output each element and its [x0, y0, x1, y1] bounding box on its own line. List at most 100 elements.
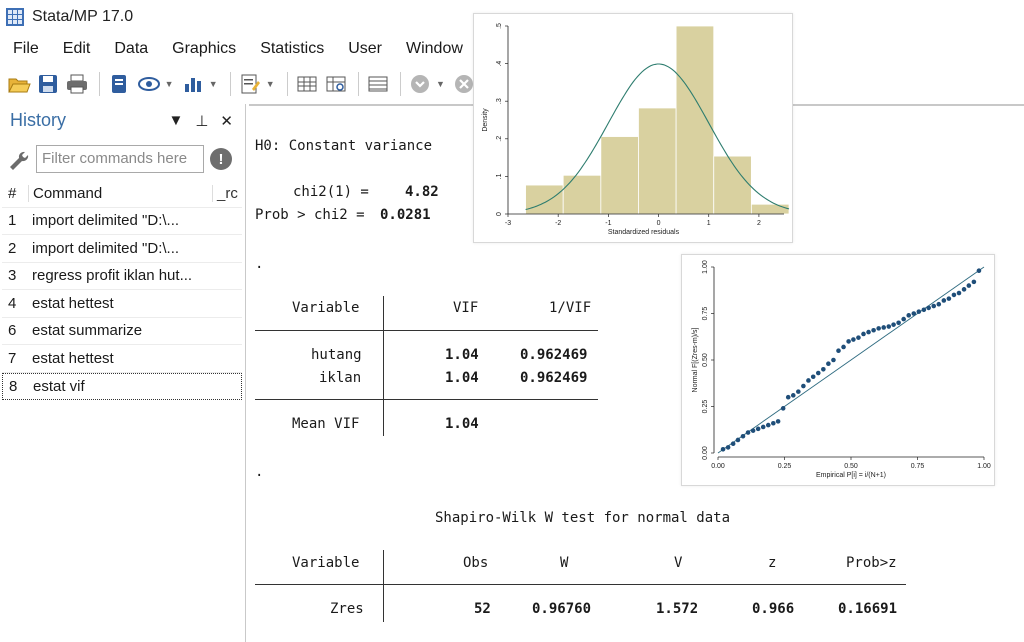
- y-tick-label: 0.00: [702, 446, 709, 460]
- menu-edit[interactable]: Edit: [50, 40, 102, 58]
- history-row-selected[interactable]: 8 estat vif: [2, 372, 242, 400]
- history-row-command: estat summarize: [32, 322, 143, 340]
- print-icon[interactable]: [64, 70, 90, 98]
- data-point: [916, 309, 922, 314]
- filter-funnel-icon[interactable]: ▼: [168, 112, 183, 130]
- data-point: [785, 394, 791, 400]
- history-row[interactable]: 6 estat summarize: [2, 318, 242, 345]
- histogram-chart: -3 -2 -1 0 1 2 0 .1 .2 .3 .4 .5 Standardized resid…: [482, 23, 790, 236]
- col-rc-header[interactable]: _rc: [212, 184, 242, 202]
- sw-row-w: 0.96760: [532, 601, 592, 617]
- graph-dropdown-icon[interactable]: ▼: [209, 79, 218, 89]
- data-point: [750, 428, 756, 433]
- pin-icon[interactable]: ⊥: [195, 112, 208, 130]
- data-point: [851, 337, 856, 342]
- histogram-bar: [600, 136, 639, 215]
- x-tick-label: -2: [555, 220, 561, 227]
- data-editor-icon[interactable]: [294, 70, 320, 98]
- history-row-command: estat vif: [33, 377, 85, 395]
- data-browser-icon[interactable]: [323, 70, 349, 98]
- toolbar: ▼ ▼ ▼ ▼: [0, 66, 480, 102]
- open-icon[interactable]: [6, 70, 32, 98]
- do-file-editor-icon[interactable]: [237, 70, 263, 98]
- alert-icon[interactable]: !: [210, 148, 232, 170]
- history-row-num: 2: [8, 239, 17, 257]
- x-tick-label: 0.00: [711, 463, 725, 470]
- more-icon[interactable]: [407, 70, 433, 98]
- history-row-num: 1: [8, 212, 17, 230]
- history-row[interactable]: 2 import delimited "D:\...: [2, 235, 242, 263]
- menu-window[interactable]: Window: [393, 40, 474, 58]
- col-command-header[interactable]: Command: [28, 184, 212, 202]
- y-tick-label: 0.25: [702, 400, 709, 414]
- h0-line: H0: Constant variance: [255, 138, 433, 154]
- wrench-icon[interactable]: [6, 147, 30, 171]
- viewer-dropdown-icon[interactable]: ▼: [165, 79, 174, 89]
- histogram-graph-window[interactable]: -3 -2 -1 0 1 2 0 .1 .2 .3 .4 .5 Standardized resid…: [473, 13, 793, 243]
- y-tick-label: 0.50: [702, 353, 709, 367]
- sw-col-obs: Obs: [463, 555, 489, 571]
- x-tick-label: 0.75: [911, 463, 925, 470]
- history-row-num: 8: [9, 377, 18, 395]
- history-row-num: 3: [8, 267, 17, 285]
- data-point: [961, 287, 967, 292]
- data-point: [886, 324, 892, 329]
- data-point: [906, 313, 912, 318]
- vif-row-invvif: 0.962469: [520, 370, 588, 386]
- y-tick-label: 0: [496, 212, 503, 216]
- data-point: [926, 305, 931, 311]
- chi2-value: 4.82: [405, 184, 439, 200]
- y-tick-label: .3: [496, 98, 503, 104]
- prob-label: Prob > chi2 =: [255, 207, 365, 223]
- histogram-bar: [750, 203, 790, 215]
- history-controls: ▼ ⊥ ✕: [168, 112, 233, 130]
- menu-data[interactable]: Data: [101, 40, 159, 58]
- sw-row-prob: 0.16691: [838, 601, 898, 617]
- do-file-dropdown-icon[interactable]: ▼: [266, 79, 275, 89]
- history-row[interactable]: 7 estat hettest: [2, 345, 242, 373]
- y-axis-label: Density: [482, 108, 489, 132]
- history-row[interactable]: 4 estat hettest: [2, 290, 242, 318]
- data-point: [740, 433, 746, 439]
- menu-user[interactable]: User: [335, 40, 393, 58]
- history-panel: History ▼ ⊥ ✕ Filter commands here ! # C…: [0, 104, 246, 642]
- menu-file[interactable]: File: [0, 40, 50, 58]
- vif-row-variable: hutang: [311, 347, 362, 363]
- history-row-num: 4: [8, 294, 17, 312]
- close-icon[interactable]: ✕: [220, 112, 233, 130]
- log-icon[interactable]: [106, 70, 132, 98]
- sw-row-z: 0.966: [752, 601, 795, 617]
- menu-graphics[interactable]: Graphics: [159, 40, 247, 58]
- data-point: [936, 301, 942, 307]
- toolbar-separator: [399, 72, 401, 96]
- sw-row-variable: Zres: [330, 601, 364, 617]
- save-icon[interactable]: [35, 70, 61, 98]
- history-row-num: 6: [8, 322, 17, 340]
- x-tick-label: 0.25: [778, 463, 792, 470]
- y-tick-label: .4: [496, 61, 503, 67]
- data-point: [806, 378, 811, 383]
- more-dropdown-icon[interactable]: ▼: [436, 79, 445, 89]
- histogram-bar: [675, 25, 715, 215]
- menu-statistics[interactable]: Statistics: [247, 40, 335, 58]
- col-num-header[interactable]: #: [2, 185, 28, 202]
- graph-icon[interactable]: [180, 70, 206, 98]
- sw-row-v: 1.572: [656, 601, 699, 617]
- x-tick-label: 0: [657, 220, 661, 227]
- filter-commands-input[interactable]: Filter commands here: [36, 145, 204, 173]
- history-row[interactable]: 3 regress profit iklan hut...: [2, 263, 242, 290]
- pnorm-graph-window[interactable]: 0.00 0.25 0.50 0.75 1.00 0.00 0.25 0.50 0.75 1.0…: [681, 254, 995, 486]
- data-point: [856, 335, 861, 340]
- y-tick-label: .5: [496, 23, 503, 29]
- history-row[interactable]: 1 import delimited "D:\...: [2, 208, 242, 235]
- variables-manager-icon[interactable]: [365, 70, 391, 98]
- vif-mean-rule: [255, 399, 598, 400]
- sw-col-prob: Prob>z: [846, 555, 897, 571]
- data-point: [765, 422, 771, 428]
- data-point: [821, 367, 826, 372]
- viewer-icon[interactable]: [136, 70, 162, 98]
- x-tick-label: 1.00: [977, 463, 991, 470]
- chi2-label: chi2(1) =: [293, 184, 369, 200]
- vif-col-vif: VIF: [453, 300, 479, 316]
- sw-row-obs: 52: [474, 601, 491, 617]
